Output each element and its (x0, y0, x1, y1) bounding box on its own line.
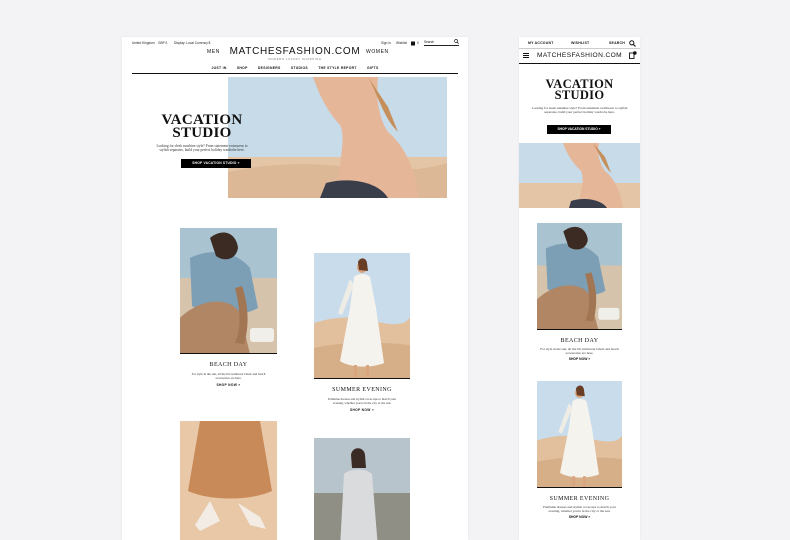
nav-studios[interactable]: STUDIOS (291, 66, 308, 70)
bag-count: 0 (417, 41, 419, 45)
card-title: BEACH DAY (560, 338, 599, 344)
nav-just-in[interactable]: JUST IN (211, 66, 226, 70)
women-link[interactable]: WOMEN (366, 49, 389, 55)
search-icon[interactable] (454, 39, 459, 44)
card-copy: For style in the sun, all the hit swimwe… (540, 347, 619, 356)
card-summer-evening: SUMMER EVENING Feminine dresses and styl… (537, 381, 622, 519)
hero-title-line2: STUDIO (554, 88, 605, 102)
country-selector[interactable]: United Kingdom (132, 41, 155, 45)
shop-vacation-button[interactable]: SHOP VACATION STUDIO » (547, 125, 611, 134)
hero-copy: Looking for sleek sunshine style? From s… (156, 144, 248, 153)
summer-evening-image[interactable] (314, 253, 410, 379)
shop-vacation-button[interactable]: SHOP VACATION STUDIO » (181, 159, 251, 168)
hero-title: VACATION STUDIO (519, 78, 640, 102)
site-logo[interactable]: MATCHESFASHION.COM (122, 46, 468, 57)
nav-shop[interactable]: SHOP (237, 66, 248, 70)
card-title: SUMMER EVENING (549, 496, 610, 502)
top-bar-divider (519, 48, 640, 49)
card-title: SUMMER EVENING (332, 387, 392, 393)
search-placeholder: Search (424, 40, 435, 44)
hero-title-line2: STUDIO (172, 125, 232, 141)
card-beach-day: BEACH DAY For style in the sun, all the … (537, 223, 622, 361)
hero-title: VACATION STUDIO (158, 113, 246, 141)
search-link[interactable]: SEARCH (609, 41, 625, 45)
fourth-card-image[interactable] (314, 438, 410, 540)
card-beach-day: BEACH DAY For style in the sun, all the … (180, 228, 277, 387)
hero-image[interactable] (519, 143, 640, 208)
shop-now-link[interactable]: SHOP NOW » (537, 515, 622, 519)
main-nav: JUST IN SHOP DESIGNERS STUDIOS THE STYLE… (122, 66, 468, 70)
beach-day-image[interactable] (537, 223, 622, 330)
bag-icon[interactable] (629, 51, 637, 59)
shop-now-link[interactable]: SHOP NOW » (537, 357, 622, 361)
third-card-image[interactable] (180, 421, 277, 540)
mobile-page: MY ACCOUNT WISHLIST SEARCH MATCHESFASHIO… (519, 37, 640, 540)
header-divider (519, 63, 640, 64)
summer-evening-image[interactable] (537, 381, 622, 488)
nav-designers[interactable]: DESIGNERS (258, 66, 281, 70)
shop-now-link[interactable]: SHOP NOW » (314, 408, 410, 412)
wishlist-link[interactable]: WISHLIST (571, 41, 589, 45)
search-icon[interactable] (629, 40, 636, 47)
nav-style-report[interactable]: THE STYLE REPORT (318, 66, 357, 70)
my-account-link[interactable]: MY ACCOUNT (528, 41, 554, 45)
hero-image[interactable] (228, 77, 447, 198)
card-title: BEACH DAY (209, 362, 248, 368)
hero-copy: Looking for sleek sunshine style? From s… (531, 106, 628, 115)
signin-link[interactable]: Sign in (381, 41, 391, 45)
tagline: MODERN LUXURY SHOPPING (268, 57, 322, 61)
nav-gifts[interactable]: GIFTS (367, 66, 378, 70)
site-logo[interactable]: MATCHESFASHION.COM (519, 52, 640, 59)
card-copy: For style in the sun, all the hit swimwe… (191, 372, 266, 380)
beach-day-image[interactable] (180, 228, 277, 354)
mobile-top-bar: MY ACCOUNT WISHLIST SEARCH (519, 40, 640, 48)
shop-now-link[interactable]: SHOP NOW » (180, 383, 277, 387)
card-copy: Feminine dresses and stylish cover-ups t… (327, 397, 397, 405)
card-copy: Feminine dresses and stylish cover-ups t… (543, 505, 616, 514)
card-third (180, 421, 277, 540)
card-summer-evening: SUMMER EVENING Feminine dresses and styl… (314, 253, 410, 412)
display-currency[interactable]: Display: Local Currency $ (174, 41, 210, 45)
header-divider (132, 73, 458, 74)
wishlist-link[interactable]: Wishlist (396, 41, 407, 45)
card-fourth (314, 438, 410, 540)
currency-selector[interactable]: GBP £ (158, 41, 167, 45)
desktop-page: United Kingdom GBP £ Display: Local Curr… (122, 37, 468, 540)
